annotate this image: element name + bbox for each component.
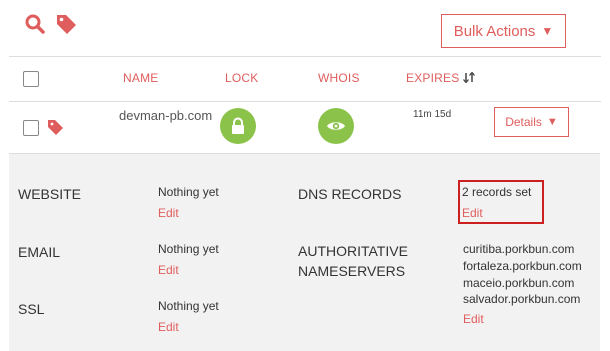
select-all-checkbox[interactable]	[23, 71, 39, 87]
bulk-actions-label: Bulk Actions	[453, 22, 536, 40]
tag-icon[interactable]	[47, 119, 65, 136]
divider	[9, 101, 601, 102]
nameservers-label-line2: NAMESERVERS	[298, 263, 406, 279]
nameserver-item: curitiba.porkbun.com	[463, 242, 575, 256]
divider	[9, 56, 601, 57]
nameserver-item: salvador.porkbun.com	[463, 292, 581, 306]
lock-icon	[232, 117, 244, 134]
domain-name[interactable]: devman-pb.com	[119, 108, 212, 123]
nameservers-edit-link[interactable]: Edit	[463, 312, 484, 326]
nameserver-item: maceio.porkbun.com	[463, 276, 575, 290]
nameservers-label-line1: AUTHORITATIVE	[298, 243, 408, 259]
column-header-expires-label: EXPIRES	[406, 71, 460, 85]
email-label: EMAIL	[18, 244, 61, 260]
column-header-expires[interactable]: EXPIRES	[406, 71, 475, 85]
ssl-label: SSL	[18, 301, 45, 317]
bulk-actions-button[interactable]: Bulk Actions ▼	[441, 14, 566, 48]
expires-value: 11m 15d	[413, 109, 452, 120]
dns-records-label: DNS RECORDS	[298, 186, 402, 202]
search-icon[interactable]	[24, 13, 46, 35]
email-edit-link[interactable]: Edit	[158, 263, 179, 277]
chevron-down-icon: ▼	[541, 24, 554, 38]
ssl-value: Nothing yet	[158, 299, 219, 313]
website-label: WEBSITE	[18, 186, 82, 202]
column-header-name[interactable]: NAME	[123, 71, 158, 85]
website-value: Nothing yet	[158, 185, 219, 199]
nameserver-item: fortaleza.porkbun.com	[463, 259, 582, 273]
website-edit-link[interactable]: Edit	[158, 206, 179, 220]
whois-privacy-button[interactable]	[318, 108, 354, 144]
details-button[interactable]: Details ▼	[494, 107, 569, 137]
row-select-checkbox[interactable]	[23, 120, 39, 136]
lock-button[interactable]	[220, 108, 256, 144]
sort-icon	[462, 71, 475, 84]
column-header-lock[interactable]: LOCK	[225, 71, 258, 85]
ssl-edit-link[interactable]: Edit	[158, 320, 179, 334]
tag-icon[interactable]	[55, 13, 77, 35]
column-header-whois[interactable]: WHOIS	[318, 71, 360, 85]
email-value: Nothing yet	[158, 242, 219, 256]
highlight-box	[458, 180, 544, 224]
details-label: Details	[505, 115, 542, 129]
eye-icon	[327, 122, 345, 130]
chevron-down-icon: ▼	[546, 116, 558, 128]
